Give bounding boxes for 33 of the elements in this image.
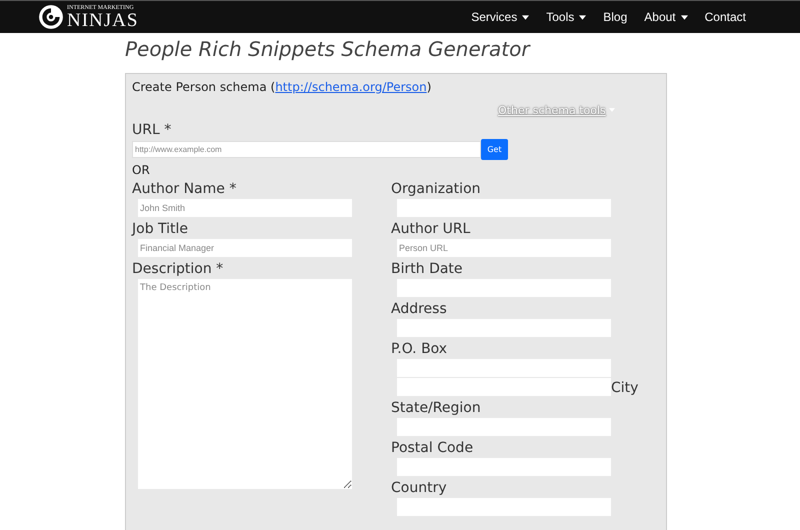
nav-link[interactable]: Contact	[704, 10, 746, 24]
field-label: Author Name *	[132, 180, 238, 198]
logo-wordmark: NINJAS	[67, 10, 138, 30]
field-label: URL *	[132, 121, 172, 139]
text-field[interactable]: Person URL	[397, 239, 611, 257]
caret-icon	[680, 14, 688, 20]
field-label: Birth Date	[391, 260, 464, 278]
get-button[interactable]: Get	[481, 139, 508, 160]
caret-icon	[522, 14, 530, 20]
text-field[interactable]: Financial Manager	[138, 239, 352, 257]
field-label: Address	[391, 300, 448, 318]
or-label: OR	[132, 163, 151, 177]
field-label: Author URL	[391, 220, 472, 238]
field-label: Country	[391, 479, 448, 497]
field-label: P.O. Box	[391, 340, 448, 358]
swirl-logo-icon	[38, 4, 64, 30]
field-label: Organization	[391, 180, 482, 198]
schema-link[interactable]: http://schema.org/Person	[275, 80, 427, 94]
nav-link[interactable]: Tools	[546, 10, 586, 24]
field-label: Description *	[132, 260, 224, 278]
description-field[interactable]: The Description	[138, 279, 352, 489]
url-field[interactable]: http://www.example.com	[132, 141, 481, 158]
caret-icon	[579, 14, 586, 20]
page-title: People Rich Snippets Schema Generator	[125, 37, 532, 61]
nav-link[interactable]: Blog	[603, 10, 628, 24]
intro-text: Create Person schema (http://schema.org/Person)	[132, 80, 432, 94]
nav-link[interactable]: Services	[471, 10, 530, 24]
field-label: Job Title	[132, 220, 190, 238]
nav-link[interactable]: About	[644, 10, 688, 24]
text-field[interactable]: John Smith	[138, 199, 352, 217]
field-label: State/Region	[391, 399, 482, 417]
field-label: Postal Code	[391, 439, 474, 457]
field-label: City	[611, 380, 638, 396]
